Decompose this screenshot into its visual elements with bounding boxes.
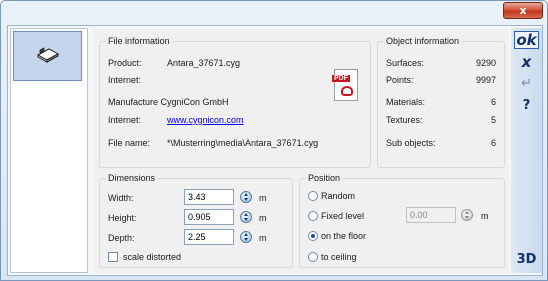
product-label: Product: [108,58,142,68]
cancel-button[interactable]: x [514,53,539,71]
filename-label: File name: [108,138,151,148]
object-information-group: Object information Surfaces: 9290 Points… [377,36,505,168]
file-information-title: File information [106,36,172,46]
file-information-group: File information Product: Antara_37671.c… [99,36,371,168]
random-label: Random [321,191,356,201]
fixed-level-label: Fixed level [321,211,365,221]
ok-button[interactable]: ok [514,31,539,49]
object-information-title: Object information [384,36,462,46]
sub-objects-label: Sub objects: [386,138,436,148]
manufacturer-name: Manufacture CygniCon GmbH [108,97,229,107]
filename-value: *\Musterring\media\Antara_37671.cyg [167,138,319,148]
object-list[interactable] [10,28,88,273]
position-group: Position Random Fixed level m on the flo… [299,173,505,268]
dimensions-title: Dimensions [106,173,158,183]
apply-button[interactable]: ↵ [514,76,539,91]
height-input[interactable] [184,209,234,225]
manufacturer-website-link[interactable]: www.cygnicon.com [167,115,244,125]
help-button[interactable]: ? [514,98,539,113]
on-the-floor-radio[interactable] [308,231,318,241]
pdf-tag: PDF [332,75,350,82]
sub-objects-value: 6 [490,138,496,148]
fixed-level-input[interactable] [406,207,456,223]
object-thumbnail[interactable] [13,31,82,81]
on-the-floor-label: on the floor [321,231,367,241]
main-panel: File information Product: Antara_37671.c… [93,28,509,273]
fixed-level-spin-button[interactable] [461,209,473,221]
manufacturer-internet-label: Internet: [108,115,142,125]
depth-input[interactable] [184,229,234,245]
surfaces-value: 9290 [475,58,496,68]
points-label: Points: [386,75,414,85]
pdf-logo-mark [341,86,353,96]
action-toolbar: ok x ↵ ? 3D [511,28,542,273]
close-button[interactable]: x [503,2,543,19]
scale-distorted-checkbox[interactable] [108,252,118,262]
width-spin-button[interactable] [240,191,252,203]
to-ceiling-radio[interactable] [308,252,318,262]
width-input[interactable] [184,189,234,205]
surfaces-label: Surfaces: [386,58,425,68]
points-value: 9997 [475,75,496,85]
view-3d-button[interactable]: 3D [514,252,539,267]
textures-label: Textures: [386,115,423,125]
random-radio[interactable] [308,191,318,201]
to-ceiling-label: to ceiling [321,252,357,262]
height-label: Height: [108,213,137,223]
dialog-window: x File information Product: Antara_37671… [0,0,548,281]
width-unit: m [259,193,267,203]
internet-label: Internet: [108,75,142,85]
textures-value: 5 [490,115,496,125]
width-label: Width: [108,193,134,203]
fixed-level-unit: m [481,211,489,221]
dimensions-group: Dimensions Width: m Height: m Depth: m s… [99,173,293,268]
pdf-document-icon[interactable]: PDF [332,69,358,101]
scale-distorted-label: scale distorted [123,252,182,262]
height-unit: m [259,213,267,223]
depth-unit: m [259,233,267,243]
depth-spin-button[interactable] [240,231,252,243]
dialog-client-area: File information Product: Antara_37671.c… [7,25,543,276]
position-title: Position [306,173,343,183]
title-bar: x [1,1,547,23]
furniture-icon [36,47,60,63]
product-value: Antara_37671.cyg [167,58,241,68]
materials-label: Materials: [386,97,426,107]
materials-value: 6 [490,97,496,107]
depth-label: Depth: [108,233,135,243]
height-spin-button[interactable] [240,211,252,223]
fixed-level-radio[interactable] [308,211,318,221]
